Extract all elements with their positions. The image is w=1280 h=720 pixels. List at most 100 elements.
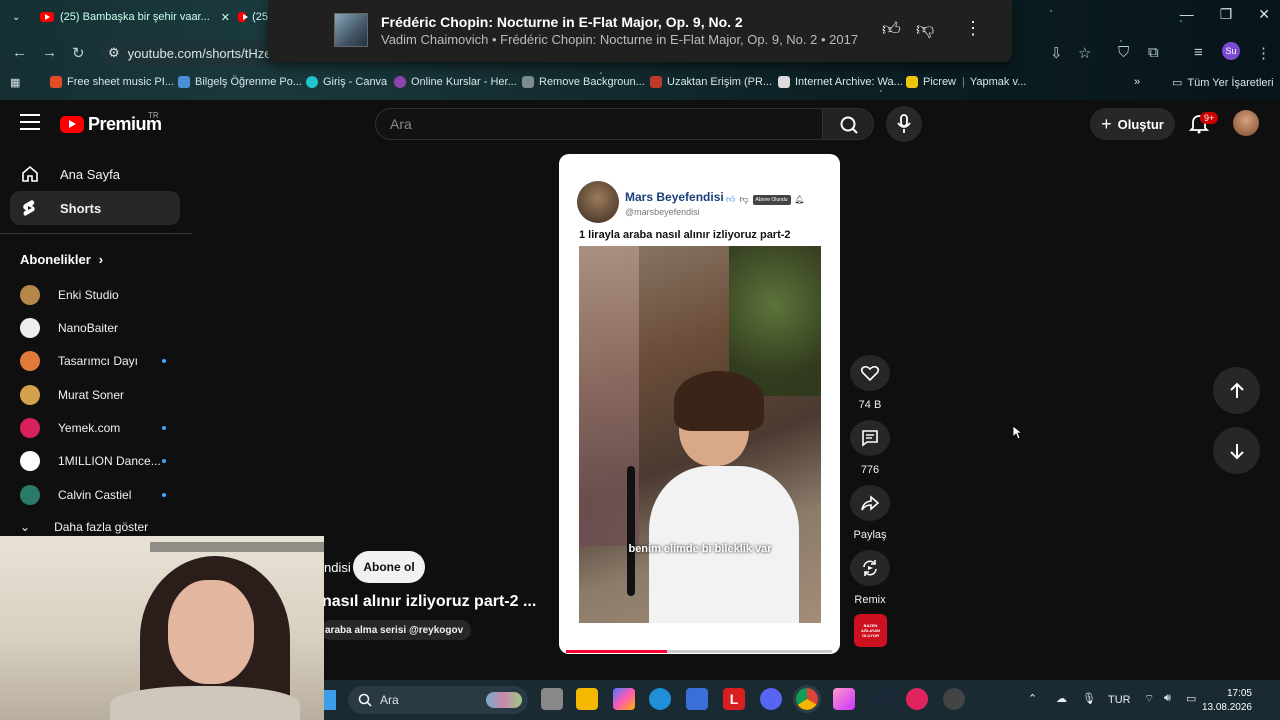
comment-button[interactable]	[850, 420, 890, 456]
next-short-button[interactable]	[1213, 427, 1260, 474]
subscriptions-header[interactable]: Abonelikler ›	[20, 252, 103, 267]
youtube-icon	[40, 12, 54, 22]
video-progress-bar[interactable]	[566, 650, 832, 653]
subscription-item[interactable]: Tasarımcı Dayı	[20, 351, 170, 371]
sidebar-item-shorts[interactable]: Shorts	[10, 191, 180, 225]
all-bookmarks-folder[interactable]: ▭ Tüm Yer İşaretleri	[1172, 76, 1274, 90]
volume-icon[interactable]: 🔊︎	[1164, 692, 1171, 705]
star-icon[interactable]: ☆	[1078, 44, 1091, 62]
overlay-tag[interactable]: araba alma serisi @reykogov	[321, 620, 472, 640]
subscribe-button[interactable]: Abone ol	[353, 551, 425, 583]
maximize-icon[interactable]: ❐	[1220, 6, 1233, 23]
youtube-logo[interactable]: Premium	[60, 114, 162, 135]
file-explorer-icon[interactable]	[576, 688, 598, 710]
search-button[interactable]	[822, 108, 874, 140]
subscription-item[interactable]: Enki Studio	[20, 285, 170, 305]
bookmark-item[interactable]: Free sheet music PI...	[50, 76, 174, 88]
sound-thumbnail[interactable]: BAZEN AĞLAYAN OLUYOR	[854, 614, 887, 647]
taskbar-search[interactable]: Ara	[348, 686, 528, 714]
search-input[interactable]: Ara	[375, 108, 823, 140]
overlay-channel-name[interactable]: ndisi	[324, 560, 351, 575]
bookmark-item[interactable]: Remove Backgroun...	[522, 76, 645, 88]
close-icon[interactable]: ✕	[221, 11, 230, 24]
subscription-item[interactable]: Murat Soner	[20, 385, 170, 405]
subscription-item[interactable]: Calvin Castiel	[20, 485, 170, 505]
more-vert-icon[interactable]: ⋮	[1256, 44, 1271, 62]
obs-icon[interactable]	[943, 688, 965, 710]
minimize-icon[interactable]: —	[1180, 6, 1194, 23]
like-button[interactable]	[850, 355, 890, 391]
voice-search-button[interactable]	[886, 106, 922, 142]
comment-action[interactable]: 776	[850, 420, 890, 476]
extensions-icon[interactable]: ⧉	[1148, 44, 1159, 61]
bookmark-item[interactable]: Uzaktan Erişim (PR...	[650, 76, 772, 88]
bookmark-item[interactable]: Internet Archive: Wa...	[778, 76, 903, 88]
thumbs-down-icon[interactable]: 👎︎	[916, 18, 934, 40]
youtube-icon	[238, 12, 249, 22]
bookmark-label: Internet Archive: Wa...	[795, 76, 903, 88]
instagram-icon[interactable]	[833, 688, 855, 710]
back-icon[interactable]: ←	[12, 44, 27, 61]
clock[interactable]: 17:05 13.08.2026	[1202, 687, 1252, 715]
subscription-item[interactable]: Yemek.com	[20, 418, 170, 438]
copilot-icon[interactable]	[613, 688, 635, 710]
l-app-icon[interactable]: L	[723, 688, 745, 710]
bookmark-item[interactable]: Giriş - Canva	[306, 76, 387, 88]
tab-title: (25) Bambaşka bir şehir vaar...	[60, 11, 210, 23]
reload-icon[interactable]: ↻	[72, 44, 85, 62]
hamburger-menu-icon[interactable]	[20, 114, 40, 130]
shield-icon[interactable]: ⛉	[1118, 44, 1129, 61]
windows-start-icon[interactable]	[324, 690, 336, 710]
subscription-item[interactable]: 1MILLION Dance...	[20, 451, 170, 471]
close-window-icon[interactable]: ✕	[1258, 6, 1270, 23]
forward-icon[interactable]: →	[42, 44, 57, 61]
thumbs-up-icon[interactable]: 👍︎	[882, 18, 901, 40]
bookmark-item[interactable]: Picrew	[906, 76, 956, 88]
profile-avatar[interactable]: Su	[1222, 42, 1240, 60]
bookmark-item[interactable]: Bilgelş Öğrenme Po...	[178, 76, 302, 88]
wifi-icon[interactable]: ⌔	[1144, 692, 1154, 706]
account-avatar[interactable]	[1233, 110, 1259, 136]
chrome-icon[interactable]	[793, 685, 821, 713]
store-icon[interactable]	[686, 688, 708, 710]
video-subtitle: benim elimde bi bileklik var	[628, 543, 772, 555]
chevron-up-icon[interactable]: ⌃	[1028, 692, 1037, 705]
bookmark-item[interactable]: Online Kurslar - Her...	[394, 76, 517, 88]
tab-1[interactable]: (25) Bambaşka bir şehir vaar... ✕	[40, 6, 230, 28]
tab-list-button[interactable]: ⌄	[12, 6, 20, 28]
share-button[interactable]	[850, 485, 890, 521]
share-action[interactable]: Paylaş	[850, 485, 890, 541]
edge-icon[interactable]	[649, 688, 671, 710]
language-indicator[interactable]: TUR	[1108, 694, 1131, 706]
remix-action[interactable]: Remix	[850, 550, 890, 606]
more-bookmarks-icon[interactable]: »	[1134, 76, 1140, 88]
previous-short-button[interactable]	[1213, 367, 1260, 414]
chevron-down-icon: ⌄	[20, 520, 31, 534]
microphone-icon[interactable]: 🎙︎	[1082, 692, 1096, 705]
media-notification[interactable]: Frédéric Chopin: Nocturne in E-Flat Majo…	[268, 0, 1012, 62]
bookmark-item[interactable]: | Yapmak v...	[962, 76, 1026, 88]
steam-icon[interactable]	[870, 688, 892, 710]
install-icon[interactable]: ⇩	[1050, 44, 1063, 62]
battery-icon[interactable]: ▭	[1186, 692, 1196, 705]
site-info-icon[interactable]: ⚙	[108, 45, 120, 61]
discord-icon[interactable]	[760, 688, 782, 710]
task-view-icon[interactable]	[541, 688, 563, 710]
channel-avatar	[20, 418, 40, 438]
more-vert-icon[interactable]: ⋮	[964, 18, 982, 39]
tab-2[interactable]: (25	[238, 6, 268, 28]
short-video-player[interactable]: Mars Beyefendisi @marsbeyefendisi 👍︎ 👎︎ …	[559, 154, 840, 654]
cloud-icon[interactable]: ☁	[1056, 692, 1067, 705]
apps-icon[interactable]: ▦	[10, 76, 20, 89]
new-content-dot	[162, 426, 166, 430]
media-player-icon[interactable]	[906, 688, 928, 710]
subscription-item[interactable]: NanoBaiter	[20, 318, 170, 338]
sidebar-item-home[interactable]: Ana Sayfa	[10, 157, 180, 191]
show-more-button[interactable]: ⌄ Daha fazla göster	[20, 520, 148, 534]
remix-button[interactable]	[850, 550, 890, 586]
address-bar[interactable]: ⚙ youtube.com/shorts/tHzeV	[100, 40, 280, 66]
create-button[interactable]: + Oluştur	[1090, 108, 1175, 140]
media-icon[interactable]: ≡	[1194, 44, 1203, 61]
show-more-label: Daha fazla göster	[54, 520, 149, 534]
like-action[interactable]: 74 B	[850, 355, 890, 411]
